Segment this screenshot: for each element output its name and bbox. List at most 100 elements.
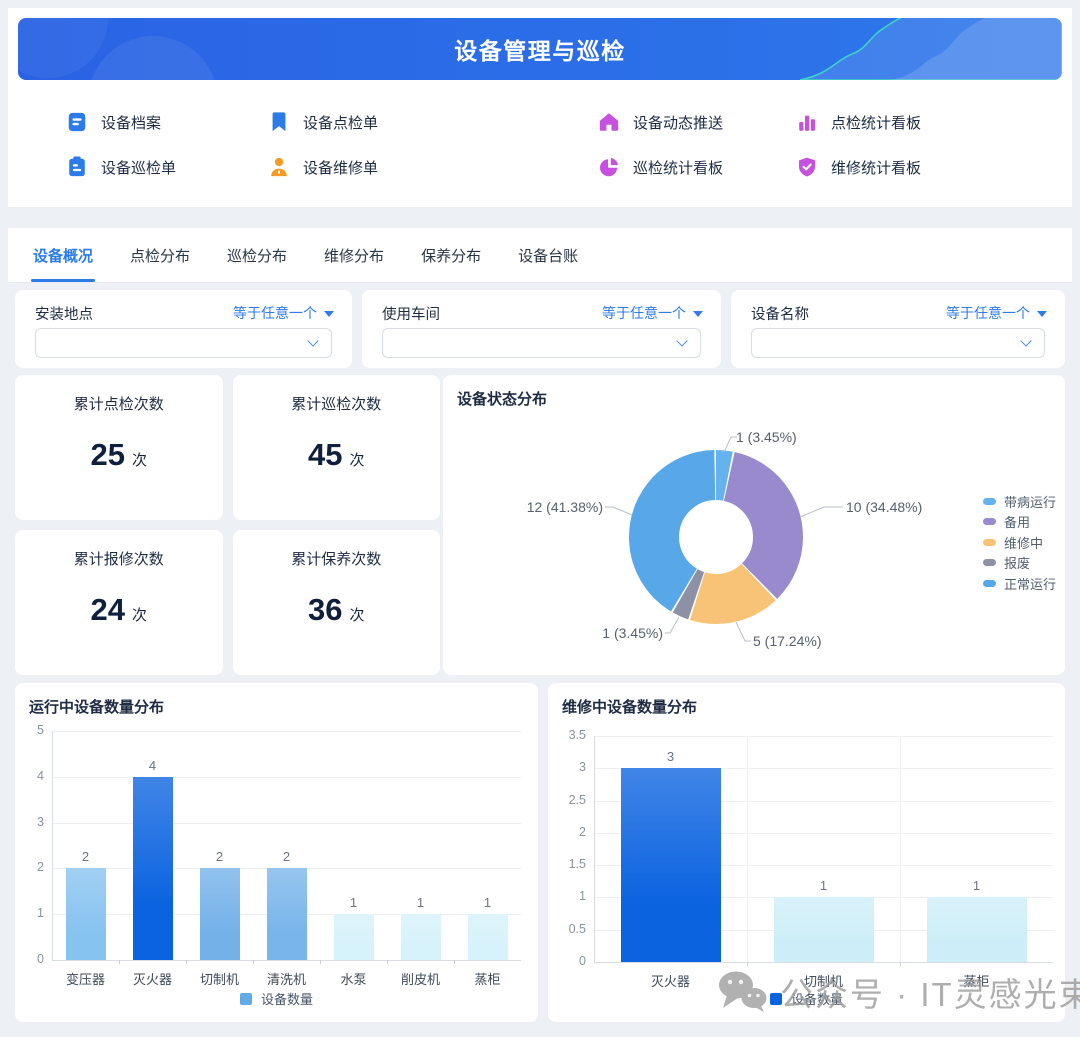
legend-item-带病运行[interactable]: 带病运行: [983, 491, 1056, 512]
y-axis-tick-label: 0: [579, 954, 586, 968]
bar-value-label: 2: [81, 849, 90, 865]
menu-item-4[interactable]: 点检统计看板: [796, 108, 1056, 136]
bar-变压器[interactable]: [65, 868, 106, 960]
tab-1[interactable]: 设备概况: [30, 228, 96, 282]
menu-item-1[interactable]: 设备档案: [66, 108, 268, 136]
tab-bar: 设备概况 点检分布 巡检分布 维修分布 保养分布 设备台账: [8, 228, 1072, 283]
chevron-down-icon: [1020, 335, 1032, 347]
bar-清洗机[interactable]: [266, 868, 307, 960]
tab-2[interactable]: 点检分布: [130, 228, 190, 282]
y-axis-tick-label: 3: [579, 760, 586, 775]
x-axis-category-label: 灭火器: [132, 972, 172, 987]
x-axis-category-label: 清洗机: [266, 972, 306, 987]
bar-value-label: 1: [416, 895, 425, 911]
bar-蒸柜[interactable]: [926, 897, 1027, 962]
stat-title: 累计报修次数: [73, 551, 164, 568]
filter-select[interactable]: [751, 328, 1045, 358]
legend-item-备用[interactable]: 备用: [983, 512, 1056, 533]
donut-label-sick-running: 1 (3.45%): [736, 429, 797, 445]
x-axis-tick: [320, 960, 321, 964]
stat-unit: 次: [349, 452, 365, 469]
bar-value-label: 3: [666, 749, 675, 765]
repairing-devices-chart-card: 维修中设备数量分布 设备数量 0 0.5 1 1.5 2 2.5 3 3.5 3 灭火器 1 切制机 1…: [548, 683, 1065, 1022]
filter-operator[interactable]: 等于任意一个: [946, 303, 1047, 323]
x-axis-category-label: 变压器: [65, 972, 105, 987]
x-axis-category-label: 蒸柜: [963, 974, 990, 989]
menu-item-label: 点检统计看板: [831, 114, 922, 132]
gridline: [52, 731, 521, 732]
bar-value-label: 4: [148, 757, 157, 773]
filter-operator-label: 等于任意一个: [602, 305, 686, 321]
bar-切制机[interactable]: [199, 868, 240, 960]
legend-marker: [983, 518, 996, 526]
legend-label: 设备数量: [790, 992, 843, 1007]
y-axis-tick-label: 3.5: [568, 728, 586, 742]
caret-down-icon: [693, 311, 703, 317]
tab-4[interactable]: 维修分布: [324, 228, 384, 282]
y-axis-tick-label: 0.5: [568, 921, 586, 936]
stat-value: 24: [90, 592, 125, 627]
bar-灭火器[interactable]: [132, 776, 173, 960]
tab-5[interactable]: 保养分布: [421, 228, 481, 282]
menu-item-6[interactable]: 设备维修单: [268, 153, 598, 181]
tab-3[interactable]: 巡检分布: [227, 228, 287, 282]
legend-item-正常运行[interactable]: 正常运行: [983, 573, 1056, 594]
menu-item-7[interactable]: 巡检统计看板: [598, 153, 796, 181]
bar-切制机[interactable]: [773, 897, 874, 962]
bar-value-label: 2: [282, 849, 291, 865]
x-axis-category-label: 水泵: [340, 972, 367, 987]
bar-chart-icon: [796, 111, 818, 133]
running-chart-title: 运行中设备数量分布: [29, 699, 165, 716]
bar-value-label: 1: [349, 895, 358, 911]
menu-item-2[interactable]: 设备点检单: [268, 108, 598, 136]
stat-card-3: 累计报修次数 24 次: [15, 530, 223, 675]
legend-item-报废[interactable]: 报废: [983, 553, 1056, 574]
bar-水泵[interactable]: [333, 914, 374, 960]
legend-item-维修中[interactable]: 维修中: [983, 532, 1056, 553]
bar-value-label: 1: [972, 878, 981, 894]
y-axis-tick-label: 1: [579, 889, 586, 904]
legend-marker: [983, 538, 996, 546]
vertical-gridline: [900, 736, 901, 962]
stat-value: 25: [90, 437, 125, 472]
x-axis-category-label: 蒸柜: [474, 972, 501, 987]
menu-item-8[interactable]: 维修统计看板: [796, 153, 1056, 181]
device-status-donut-chart[interactable]: [443, 375, 1065, 675]
y-axis-tick-label: 2.5: [568, 792, 586, 807]
filter-select[interactable]: [382, 328, 701, 358]
x-axis-category-label: 切制机: [803, 974, 843, 989]
repairing-chart-legend[interactable]: 设备数量: [548, 989, 1065, 1008]
running-chart-legend[interactable]: 设备数量: [15, 989, 538, 1008]
donut-label-standby: 10 (34.48%): [846, 499, 923, 515]
page-title: 设备管理与巡检: [454, 38, 626, 64]
dashboard-page: 设备管理与巡检 设备档案 设备点检单 设备动态推送 点检统计看板 设备巡检单 设备维修单巡…: [0, 0, 1080, 1037]
stat-title: 累计巡检次数: [291, 396, 382, 413]
bar-蒸柜[interactable]: [467, 914, 508, 960]
filter-card-3: 设备名称 等于任意一个: [731, 290, 1065, 368]
x-axis-tick: [747, 962, 748, 966]
menu-item-5[interactable]: 设备巡检单: [66, 153, 268, 181]
filter-select[interactable]: [35, 328, 332, 358]
person-icon: [268, 156, 290, 178]
menu-item-3[interactable]: 设备动态推送: [598, 108, 796, 136]
stat-card-4: 累计保养次数 36 次: [232, 530, 440, 675]
menu-item-label: 设备动态推送: [633, 114, 724, 132]
stat-title: 累计点检次数: [73, 396, 164, 413]
filter-card-2: 使用车间 等于任意一个: [362, 290, 721, 368]
legend-label: 报废: [1004, 556, 1031, 572]
bar-value-label: 1: [819, 878, 828, 894]
bar-灭火器[interactable]: [620, 768, 721, 962]
bar-削皮机[interactable]: [400, 914, 441, 960]
banner-decor-circle: [88, 36, 218, 80]
menu-item-label: 设备档案: [101, 114, 162, 132]
tab-6[interactable]: 设备台账: [518, 228, 578, 282]
y-axis-tick-label: 2: [37, 860, 44, 875]
legend-label: 备用: [1004, 515, 1031, 531]
y-axis-line: [52, 731, 53, 960]
running-devices-chart-card: 运行中设备数量分布 设备数量 0 1 2 3 4 5 2 变压器 4 灭火器 2 切制机 2 清洗机 1 水泵…: [15, 683, 538, 1022]
filter-operator[interactable]: 等于任意一个: [602, 303, 703, 323]
stat-unit: 次: [131, 452, 147, 469]
filter-operator-label: 等于任意一个: [233, 305, 317, 321]
filter-operator[interactable]: 等于任意一个: [233, 303, 334, 323]
gridline: [594, 736, 1053, 737]
